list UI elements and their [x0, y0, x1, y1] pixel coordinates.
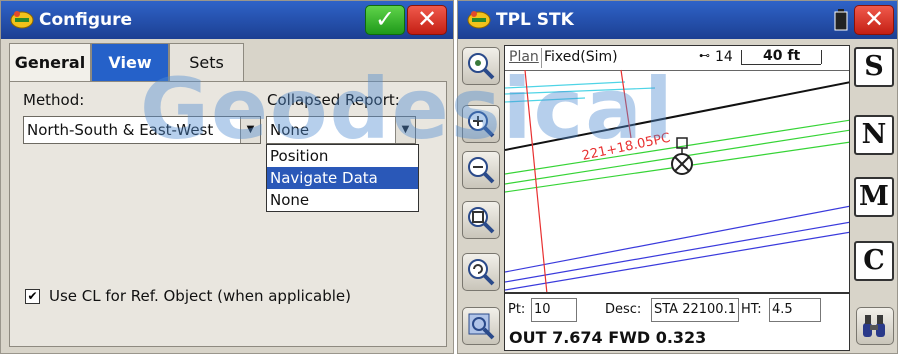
- collapsed-report-label: Collapsed Report:: [267, 91, 400, 109]
- zoom-previous-icon: [468, 259, 495, 286]
- method-select[interactable]: North-South & East-West ▼: [23, 116, 261, 144]
- chevron-down-icon[interactable]: ▼: [240, 117, 260, 143]
- navigation-readout: OUT 7.674 FWD 0.323: [509, 328, 707, 347]
- map-view-icon: [468, 313, 495, 340]
- zoom-out-icon: [468, 157, 495, 184]
- ht-label: HT:: [741, 302, 762, 317]
- configure-title-bar: Configure ✓ ✕: [1, 1, 453, 39]
- blue-line-3: [505, 231, 849, 291]
- close-button[interactable]: ✕: [407, 5, 447, 35]
- configure-title: Configure: [39, 10, 133, 30]
- method-label: Method:: [23, 91, 85, 109]
- use-cl-checkbox[interactable]: ✔: [25, 289, 40, 304]
- configure-dialog: Configure ✓ ✕ General View Sets Method: …: [0, 0, 454, 354]
- stakeout-screen: TPL STK ✕ Plan Fixed(Sim) ⊷ 14 40 ft 221…: [457, 0, 898, 354]
- zoom-previous-button[interactable]: [462, 253, 500, 291]
- chevron-down-icon[interactable]: ▼: [395, 117, 415, 143]
- desc-label: Desc:: [605, 302, 642, 317]
- collapsed-report-dropdown: Position Navigate Data None: [266, 144, 419, 212]
- binoculars-icon: [863, 315, 885, 337]
- zoom-out-button[interactable]: [462, 151, 500, 189]
- zoom-in-button[interactable]: [462, 105, 500, 143]
- stakeout-map[interactable]: Plan Fixed(Sim) ⊷ 14 40 ft 221+18.05PC: [504, 45, 850, 293]
- close-button[interactable]: ✕: [854, 5, 894, 35]
- close-icon: ✕: [863, 5, 885, 33]
- tab-sets[interactable]: Sets: [169, 43, 244, 81]
- check-icon: ✓: [374, 5, 396, 33]
- ht-input[interactable]: 4.5: [769, 298, 821, 322]
- zoom-extents-button[interactable]: [462, 47, 500, 85]
- close-icon: ✕: [416, 5, 438, 33]
- find-button[interactable]: [856, 307, 894, 345]
- pt-input[interactable]: 10: [531, 298, 577, 322]
- tab-view[interactable]: View: [91, 43, 169, 81]
- zoom-in-icon: [468, 111, 495, 138]
- alignment-drawing: 221+18.05PC: [505, 69, 849, 292]
- stakeout-title: TPL STK: [496, 10, 574, 30]
- battery-icon: [834, 9, 848, 31]
- collapsed-report-select[interactable]: None ▼: [266, 116, 416, 144]
- ok-button[interactable]: ✓: [365, 5, 405, 35]
- zoom-window-button[interactable]: [462, 201, 500, 239]
- map-view-button[interactable]: [462, 307, 500, 345]
- red-station-line-1: [524, 69, 548, 292]
- tab-general[interactable]: General: [9, 43, 91, 81]
- station-label: 221+18.05PC: [581, 131, 672, 164]
- checkmark-icon: ✔: [27, 289, 38, 303]
- app-logo-icon: [10, 11, 34, 29]
- next-button[interactable]: N: [854, 115, 894, 155]
- app-logo-icon: [467, 11, 491, 29]
- stakeout-title-bar: TPL STK ✕: [458, 1, 897, 39]
- cogo-button[interactable]: C: [854, 241, 894, 281]
- pt-label: Pt:: [508, 302, 526, 317]
- cyan-line-3: [505, 97, 586, 103]
- stakeout-footer: Pt: 10 Desc: STA 22100.1 HT: 4.5 OUT 7.6…: [504, 293, 850, 351]
- dropdown-option-position[interactable]: Position: [267, 145, 418, 167]
- blue-line-1: [505, 205, 849, 273]
- dropdown-option-none[interactable]: None: [267, 189, 418, 211]
- blue-line-2: [505, 221, 849, 283]
- collapsed-report-value: None: [270, 121, 310, 139]
- method-value: North-South & East-West: [27, 121, 214, 139]
- stake-target-icon: [671, 137, 693, 175]
- cyan-line-1: [505, 81, 626, 89]
- zoom-window-icon: [468, 207, 495, 234]
- desc-input[interactable]: STA 22100.1: [651, 298, 739, 322]
- use-cl-checkbox-label: Use CL for Ref. Object (when applicable): [49, 287, 352, 305]
- zoom-extents-icon: [468, 53, 495, 80]
- monitor-button[interactable]: M: [854, 177, 894, 217]
- store-button[interactable]: S: [854, 47, 894, 87]
- dropdown-option-navigate-data[interactable]: Navigate Data: [267, 167, 418, 189]
